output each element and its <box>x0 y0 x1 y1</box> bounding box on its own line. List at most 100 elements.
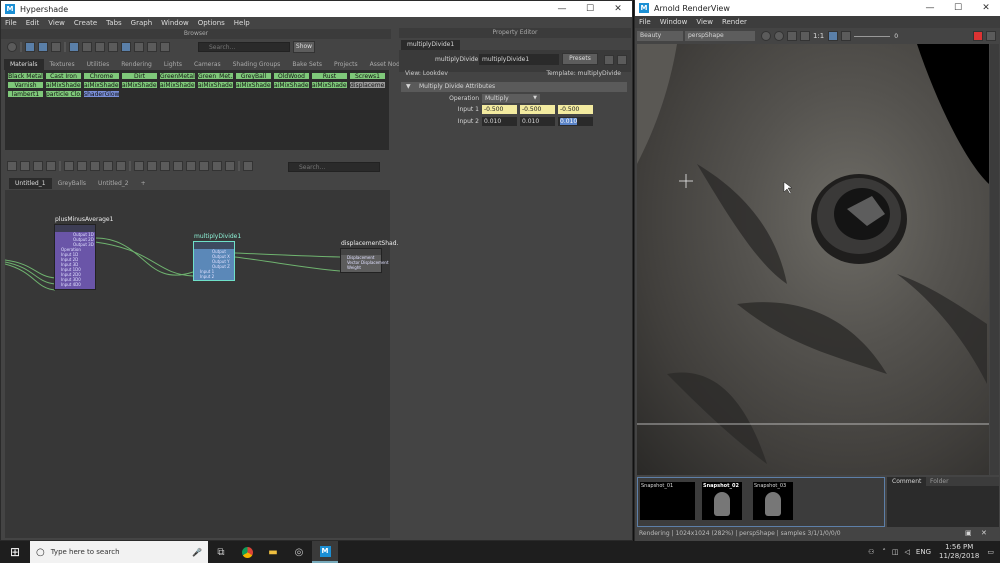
input1-z-field[interactable]: -0.500 <box>558 105 593 114</box>
material-swatch[interactable]: shaderGlow1 <box>83 90 120 98</box>
link-icon[interactable] <box>134 42 144 52</box>
tab-cameras[interactable]: Cameras <box>188 59 227 70</box>
camera-dropdown[interactable]: perspShape <box>685 31 755 41</box>
menu-tabs[interactable]: Tabs <box>106 19 122 27</box>
grid-small-icon[interactable] <box>51 42 61 52</box>
task-view-icon[interactable]: ⧉ <box>208 547 234 558</box>
remove-node-icon[interactable] <box>77 161 87 171</box>
snapshot-thumbnail[interactable]: Snapshot_03 <box>753 482 793 520</box>
io-connections-icon[interactable] <box>20 161 30 171</box>
input2-z-field[interactable]: 0.010 <box>558 117 593 126</box>
copy-tab-icon[interactable] <box>604 55 614 65</box>
swatch-icon[interactable] <box>69 42 79 52</box>
camera-icon[interactable]: ▣ <box>965 529 972 537</box>
clear-graph-icon[interactable] <box>46 161 56 171</box>
channel-rgb-icon[interactable] <box>828 31 839 41</box>
material-swatch[interactable]: aiMixShader2 <box>83 81 120 89</box>
menu-help[interactable]: Help <box>234 19 250 27</box>
clock[interactable]: 1:56 PM 11/28/2018 <box>939 543 979 561</box>
magnify-icon[interactable] <box>173 161 183 171</box>
icon-view-icon[interactable] <box>38 42 48 52</box>
maximize-icon[interactable]: ☐ <box>576 4 604 14</box>
node-port[interactable]: Input 4D0 <box>55 282 95 287</box>
render-scrollbar[interactable] <box>990 44 999 475</box>
rv-menu-view[interactable]: View <box>696 18 713 26</box>
exposure-value[interactable]: 0 <box>894 33 898 40</box>
material-swatch[interactable]: Black Metal <box>7 72 44 80</box>
menu-file[interactable]: File <box>5 19 17 27</box>
snapshot-thumbnail[interactable]: Snapshot_01 <box>640 482 695 520</box>
material-swatch[interactable]: OldWood <box>273 72 310 80</box>
property-node-tab[interactable]: multiplyDivide1 <box>401 40 461 50</box>
material-swatch[interactable]: Varnish <box>7 81 44 89</box>
simple-view-icon[interactable] <box>134 161 144 171</box>
aov-dropdown[interactable]: Beauty <box>637 31 683 41</box>
material-swatch[interactable]: GreenMetal... <box>159 72 196 80</box>
material-swatch[interactable]: aiMixShader8 <box>311 81 348 89</box>
layout-nodes-icon[interactable] <box>103 161 113 171</box>
snapshot-thumbnail[interactable]: Snapshot_02 <box>702 482 742 520</box>
tab-materials[interactable]: Materials <box>4 59 44 70</box>
rv-menu-file[interactable]: File <box>639 18 651 26</box>
material-swatch[interactable]: Cast Iron <box>45 72 82 80</box>
exposure-slider[interactable] <box>854 35 891 37</box>
input1-x-field[interactable]: -0.500 <box>482 105 517 114</box>
connected-view-icon[interactable] <box>147 161 157 171</box>
input2-x-field[interactable]: 0.010 <box>482 117 517 126</box>
microphone-icon[interactable]: 🎤 <box>192 548 202 557</box>
material-swatch[interactable]: Dirt <box>121 72 158 80</box>
arrange-icon[interactable] <box>108 42 118 52</box>
add-node-icon[interactable] <box>64 161 74 171</box>
material-swatch[interactable]: Green_Met... <box>197 72 234 80</box>
node-name-field[interactable]: multiplyDivide1 <box>479 54 559 65</box>
tab-textures[interactable]: Textures <box>44 59 81 70</box>
render-image[interactable] <box>637 44 989 475</box>
tab-bake-sets[interactable]: Bake Sets <box>286 59 328 70</box>
tab-comment[interactable]: Comment <box>887 477 927 486</box>
graph-search-input[interactable]: Search... <box>288 162 380 172</box>
focus-icon[interactable] <box>617 55 627 65</box>
input2-y-field[interactable]: 0.010 <box>520 117 555 126</box>
menu-window[interactable]: Window <box>161 19 189 27</box>
file-explorer-icon[interactable]: ▬ <box>260 547 286 558</box>
refresh-render-icon[interactable] <box>787 31 797 41</box>
grid-snap-icon[interactable] <box>186 161 196 171</box>
node-port[interactable]: Input 2 <box>194 274 234 279</box>
tab-shading-groups[interactable]: Shading Groups <box>227 59 287 70</box>
settings-icon[interactable] <box>841 31 852 41</box>
attributes-section-header[interactable]: ▼ Multiply Divide Attributes <box>401 82 627 92</box>
material-swatch[interactable]: Chrome <box>83 72 120 80</box>
close-icon[interactable]: ✕ <box>604 4 632 14</box>
tab-utilities[interactable]: Utilities <box>81 59 116 70</box>
tab-rendering[interactable]: Rendering <box>115 59 158 70</box>
material-swatch[interactable]: GreyBall <box>235 72 272 80</box>
maximize-icon[interactable]: ☐ <box>944 3 972 13</box>
material-swatch[interactable]: Screws1 <box>349 72 386 80</box>
node-plus-minus-average[interactable]: plusMinusAverage1 Output 1D Output 2D Ou… <box>54 216 113 290</box>
node-graph-canvas[interactable]: plusMinusAverage1 Output 1D Output 2D Ou… <box>5 190 402 538</box>
graph-network-icon[interactable] <box>90 161 100 171</box>
material-swatch[interactable]: aiMixShader5 <box>197 81 234 89</box>
menu-create[interactable]: Create <box>74 19 97 27</box>
globe-icon[interactable] <box>7 42 17 52</box>
maya-taskbar-icon[interactable]: M <box>312 541 338 563</box>
minimize-icon[interactable]: — <box>548 4 576 14</box>
region-icon[interactable] <box>774 31 784 41</box>
material-swatch[interactable]: aiMixShader3 <box>121 81 158 89</box>
notifications-icon[interactable]: ▭ <box>987 548 994 556</box>
render-icon[interactable] <box>761 31 771 41</box>
full-view-icon[interactable] <box>160 161 170 171</box>
tab-projects[interactable]: Projects <box>328 59 364 70</box>
output-connections-icon[interactable] <box>33 161 43 171</box>
language-indicator[interactable]: ENG <box>916 548 931 556</box>
input-connections-icon[interactable] <box>7 161 17 171</box>
material-swatch[interactable]: aiMixShader4 <box>159 81 196 89</box>
menu-options[interactable]: Options <box>198 19 225 27</box>
tab-untitled-1[interactable]: Untitled_1 <box>9 178 52 189</box>
tab-untitled-2[interactable]: Untitled_2 <box>92 178 135 189</box>
input1-y-field[interactable]: -0.500 <box>520 105 555 114</box>
tab-folder[interactable]: Folder <box>925 477 954 486</box>
pin-icon[interactable] <box>116 161 126 171</box>
stop-render-icon[interactable] <box>973 31 983 41</box>
material-swatch[interactable]: displaceme... <box>349 81 386 89</box>
